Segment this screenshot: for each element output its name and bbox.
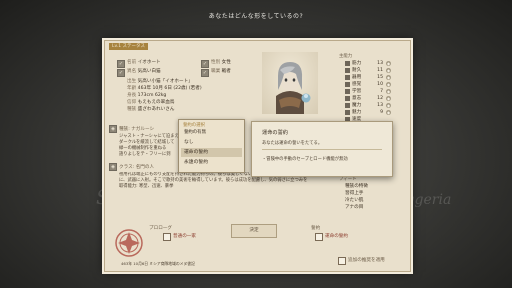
oath-tooltip: 運命の誓約 あなたは運命の誓いをたてる。 ・冒険中の手動のセーブとロード機能が無… bbox=[251, 121, 393, 177]
stat-row: 耐久 11 ◆ bbox=[345, 67, 405, 74]
stat-icon bbox=[345, 103, 350, 108]
stat-icon bbox=[345, 89, 350, 94]
profile-name: 名前 イオホート bbox=[127, 60, 161, 65]
stat-icon bbox=[345, 82, 350, 87]
prologue-value[interactable]: 普通の一家 bbox=[173, 233, 196, 239]
stat-row: 学習 7 ◆ bbox=[345, 88, 405, 95]
reroll-name-button[interactable]: ✓ bbox=[117, 60, 125, 68]
oath-checkbox[interactable] bbox=[315, 233, 323, 241]
feat-row[interactable]: 冷たい肌 bbox=[345, 197, 405, 204]
character-portrait[interactable] bbox=[262, 52, 318, 114]
recommend-checkbox[interactable] bbox=[338, 257, 346, 265]
stat-info-button[interactable]: ◆ bbox=[386, 110, 391, 115]
profile-height: 身長 173cm 62kg bbox=[127, 93, 167, 98]
dropdown-option-none[interactable]: なし bbox=[181, 138, 242, 147]
oath-value[interactable]: 運命の誓約 bbox=[325, 233, 348, 239]
class-section-title: クラス: 名門の人 bbox=[119, 165, 155, 170]
dropdown-option-fate-oath[interactable]: 運命の誓約 bbox=[181, 148, 242, 157]
stat-icon bbox=[345, 110, 350, 115]
panel-tab-title[interactable]: Lv.1 ステータス bbox=[109, 43, 149, 50]
stat-info-button[interactable]: ◆ bbox=[386, 68, 391, 73]
feat-row[interactable]: 種族の特徴 bbox=[345, 183, 405, 190]
profile-gender: 性別 女性 bbox=[211, 60, 231, 65]
oath-label: 誓約 bbox=[311, 226, 321, 231]
stat-info-button[interactable]: ◆ bbox=[386, 96, 391, 101]
prologue-label: プロローグ bbox=[149, 226, 172, 231]
profile-origin: 出生 気高い小猫「イオホート」 bbox=[127, 79, 193, 84]
stat-icon bbox=[345, 61, 350, 66]
crest-icon bbox=[115, 229, 143, 257]
tooltip-title: 運命の誓約 bbox=[262, 130, 288, 136]
stats-header: 主能力 bbox=[339, 54, 353, 59]
profile-faith: 信仰 もえもえの翠血鳥 bbox=[127, 100, 175, 105]
profile-alias: 異名 気高い白猫 bbox=[127, 69, 161, 74]
feat-row[interactable]: 習得上手 bbox=[345, 190, 405, 197]
reroll-alias-button[interactable]: ✓ bbox=[117, 69, 125, 77]
stat-icon bbox=[345, 96, 350, 101]
stat-info-button[interactable]: ◆ bbox=[386, 75, 391, 80]
class-icon: ◈ bbox=[109, 163, 117, 171]
portrait-figure bbox=[276, 62, 311, 114]
profile-race: 種族 盛ざわあれいさん bbox=[127, 107, 175, 112]
character-sheet-panel: Lv.1 ステータス ✓ 名前 イオホート ✓ 異名 気高い白猫 出生 気高い小… bbox=[104, 40, 411, 272]
feat-row[interactable]: アナの目 bbox=[345, 204, 405, 211]
bottom-bar: プロローグ 普通の一家 決定 誓約 運命の誓約 463年 10月6日 ミシア商隊… bbox=[105, 217, 410, 271]
stat-info-button[interactable]: ◆ bbox=[386, 82, 391, 87]
stat-info-button[interactable]: ◆ bbox=[386, 61, 391, 66]
reroll-gender-button[interactable]: ✓ bbox=[201, 60, 209, 68]
stat-row: 器用 15 ◆ bbox=[345, 74, 405, 81]
oath-dropdown[interactable]: 誓約の選択 誓約の有無 なし 運命の誓約 永遠の誓約 bbox=[178, 119, 245, 173]
stat-info-button[interactable]: ◆ bbox=[386, 89, 391, 94]
stat-row: 感覚 10 ◆ bbox=[345, 81, 405, 88]
stat-icon bbox=[345, 68, 350, 73]
stat-row: 意志 12 ◆ bbox=[345, 95, 405, 102]
prologue-checkbox[interactable] bbox=[163, 233, 171, 241]
confirm-button[interactable]: 決定 bbox=[231, 224, 277, 238]
stat-icon bbox=[345, 75, 350, 80]
stat-row: 魅力 9 ◆ bbox=[345, 109, 405, 116]
stat-row: 魔力 13 ◆ bbox=[345, 102, 405, 109]
dropdown-subheader: 誓約の有無 bbox=[184, 130, 206, 135]
profile-age: 年齢 463年 10月 6日 (22歳) (若者) bbox=[127, 86, 202, 91]
race-icon: ◈ bbox=[109, 125, 117, 133]
tooltip-description: あなたは運命の誓いをたてる。 bbox=[262, 141, 323, 146]
dropdown-option-eternal-oath[interactable]: 永遠の誓約 bbox=[181, 158, 242, 167]
question-prompt: あなたはどんな形をしているの? bbox=[208, 13, 304, 20]
footer-date-text: 463年 10月6日 ミシア商隊地域のメヌ書記 bbox=[121, 261, 195, 266]
tooltip-divider bbox=[262, 149, 382, 150]
stat-row: 筋力 13 ◆ bbox=[345, 60, 405, 67]
recommend-label: 追加の推奨を適用 bbox=[348, 258, 385, 263]
tooltip-bullet: ・冒険中の手動のセーブとロード機能が無効 bbox=[262, 157, 348, 162]
race-section-title: 種族: ナガルーシ bbox=[119, 127, 155, 132]
profile-class: 職業 戦者 bbox=[211, 69, 231, 74]
reroll-class-button[interactable]: ✓ bbox=[201, 69, 209, 77]
stat-info-button[interactable]: ◆ bbox=[386, 103, 391, 108]
